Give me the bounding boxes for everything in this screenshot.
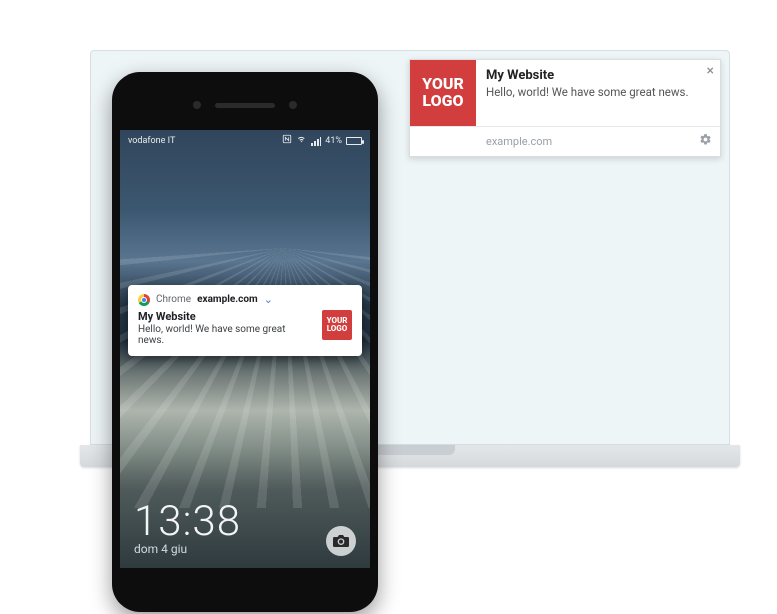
mobile-notification-domain: example.com: [197, 294, 258, 305]
desktop-notification-logo: YOUR LOGO: [410, 60, 476, 126]
mobile-notification-textblock: My Website Hello, world! We have some gr…: [138, 310, 314, 346]
phone-mockup: vodafone IT 41% Chrome example.com: [112, 72, 378, 612]
mobile-notification[interactable]: Chrome example.com ⌄ My Website Hello, w…: [128, 285, 362, 356]
phone-speaker: [215, 103, 275, 108]
phone-sensor-dot: [289, 101, 297, 109]
desktop-notification-main: YOUR LOGO × My Website Hello, world! We …: [410, 60, 720, 126]
logo-text-small: YOUR LOGO: [327, 317, 348, 334]
desktop-notification-body: × My Website Hello, world! We have some …: [476, 60, 720, 126]
lockscreen-time: 13:38: [134, 497, 241, 546]
logo-text: YOUR LOGO: [422, 76, 464, 110]
laptop-notch: [365, 445, 455, 455]
lockscreen: 13:38 dom 4 giu: [134, 497, 356, 556]
status-bar: vodafone IT 41%: [120, 130, 370, 149]
desktop-notification-text: Hello, world! We have some great news.: [486, 85, 710, 99]
mobile-notification-app: Chrome: [156, 294, 191, 305]
desktop-notification-domain: example.com: [486, 135, 552, 148]
status-right: 41%: [282, 134, 362, 147]
battery-icon: [346, 137, 362, 145]
phone-camera-dot: [193, 101, 201, 109]
chevron-down-icon[interactable]: ⌄: [264, 293, 273, 306]
mobile-notification-body: My Website Hello, world! We have some gr…: [138, 310, 352, 346]
gear-icon[interactable]: [699, 133, 712, 150]
mobile-notification-header: Chrome example.com ⌄: [138, 293, 352, 306]
desktop-notification-title: My Website: [486, 68, 710, 83]
camera-button[interactable]: [326, 526, 356, 556]
desktop-notification[interactable]: YOUR LOGO × My Website Hello, world! We …: [409, 59, 721, 157]
phone-screen: vodafone IT 41% Chrome example.com: [120, 130, 370, 568]
nfc-icon: [282, 134, 292, 147]
chrome-icon: [138, 294, 150, 306]
mobile-notification-logo: YOUR LOGO: [322, 310, 352, 340]
desktop-notification-footer: example.com: [410, 126, 720, 156]
close-icon[interactable]: ×: [707, 64, 714, 78]
wifi-icon: [296, 134, 307, 147]
status-carrier: vodafone IT: [128, 136, 175, 146]
phone-top-bezel: [120, 80, 370, 130]
lockscreen-timeblock: 13:38 dom 4 giu: [134, 497, 241, 556]
mobile-notification-title: My Website: [138, 310, 314, 323]
mobile-notification-text: Hello, world! We have some great news.: [138, 324, 314, 346]
signal-icon: [311, 136, 321, 146]
status-battery-pct: 41%: [325, 136, 342, 146]
camera-icon: [333, 535, 349, 547]
phone-bottom-bezel: [120, 568, 370, 612]
